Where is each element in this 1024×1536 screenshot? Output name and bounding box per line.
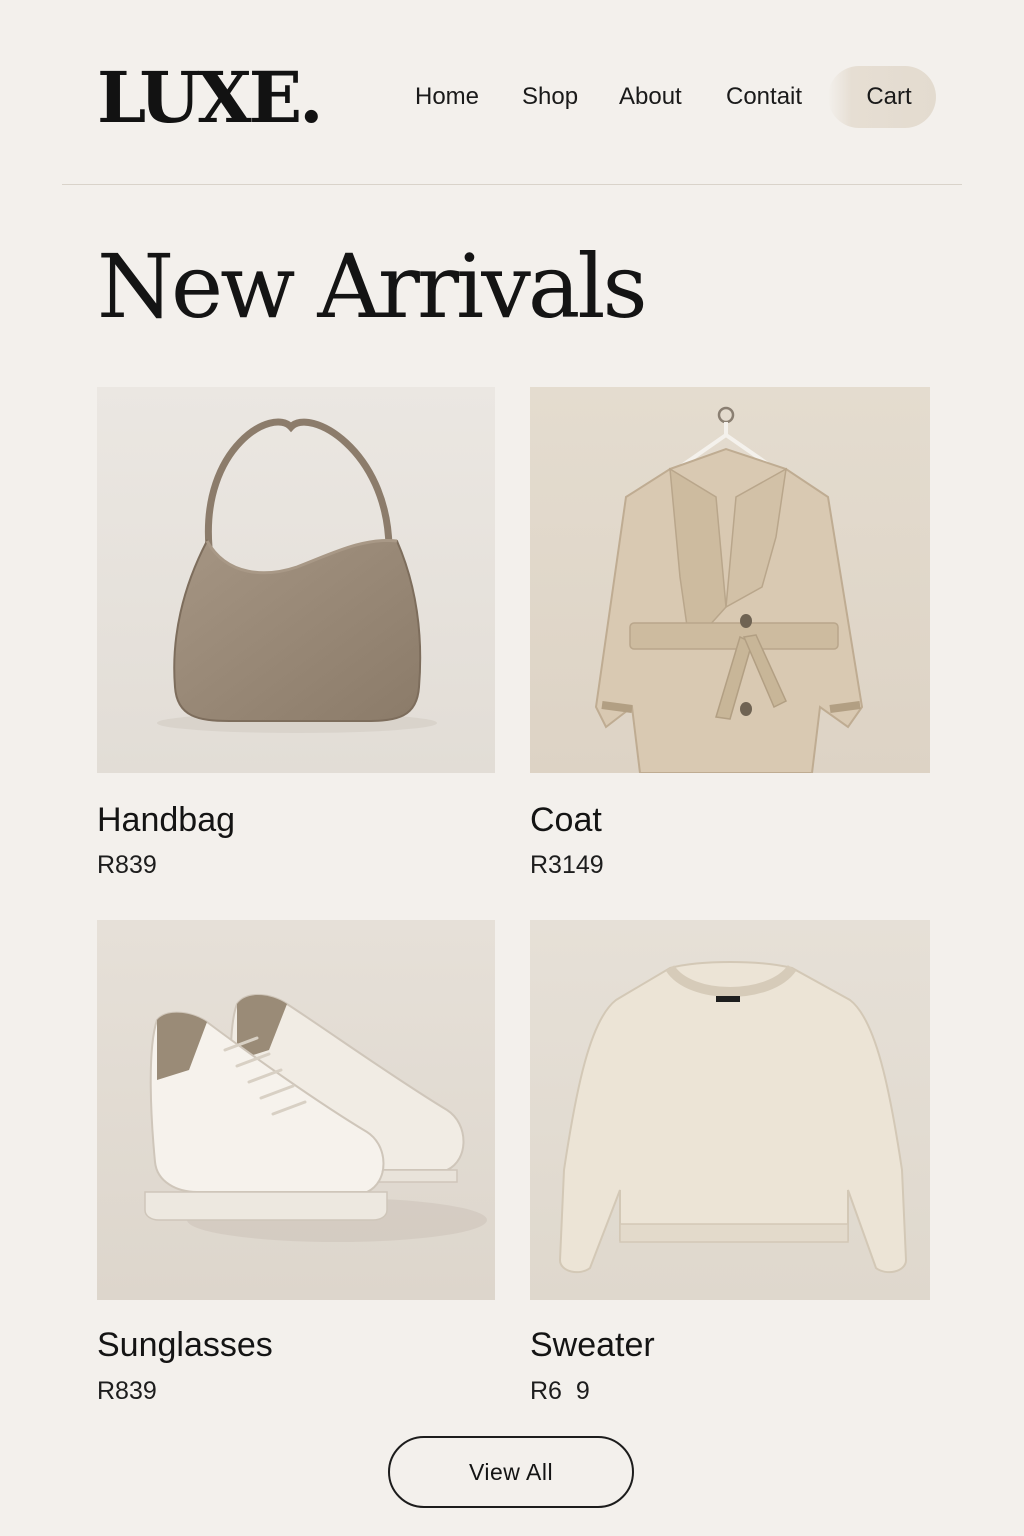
product-price: R839 (97, 851, 157, 879)
product-name[interactable]: Sweater (530, 1325, 655, 1365)
product-image[interactable] (97, 920, 495, 1300)
product-card-handbag[interactable]: Handbag R839 (97, 387, 495, 887)
main-nav: Home Shop About Contait Cart (0, 66, 1024, 128)
coat-icon (530, 387, 930, 773)
product-image[interactable] (530, 387, 930, 773)
handbag-icon (97, 387, 495, 773)
cart-button[interactable]: Cart (828, 66, 936, 128)
product-name[interactable]: Coat (530, 800, 602, 840)
product-card-sunglasses[interactable]: Sunglasses R839 (97, 920, 495, 1420)
product-price: R839 (97, 1377, 157, 1405)
sneakers-icon (97, 920, 495, 1300)
product-price: R3149 (530, 851, 604, 879)
product-image[interactable] (530, 920, 930, 1300)
product-price: R6 9 (530, 1377, 590, 1405)
nav-contact-link[interactable]: Contait (726, 66, 802, 128)
nav-about-link[interactable]: About (619, 66, 682, 128)
product-image[interactable] (97, 387, 495, 773)
product-name[interactable]: Sunglasses (97, 1325, 273, 1365)
product-card-coat[interactable]: Coat R3149 (530, 387, 930, 887)
nav-home-link[interactable]: Home (415, 66, 479, 128)
sweater-icon (530, 920, 930, 1300)
header-divider (62, 184, 962, 185)
product-name[interactable]: Handbag (97, 800, 235, 840)
site-header: LUXE. Home Shop About Contait Cart (0, 0, 1024, 186)
nav-shop-link[interactable]: Shop (522, 66, 578, 128)
cart-label: Cart (866, 83, 912, 110)
page-title: New Arrivals (97, 235, 648, 338)
view-all-button[interactable]: View All (388, 1436, 634, 1508)
product-card-sweater[interactable]: Sweater R6 9 (530, 920, 930, 1420)
